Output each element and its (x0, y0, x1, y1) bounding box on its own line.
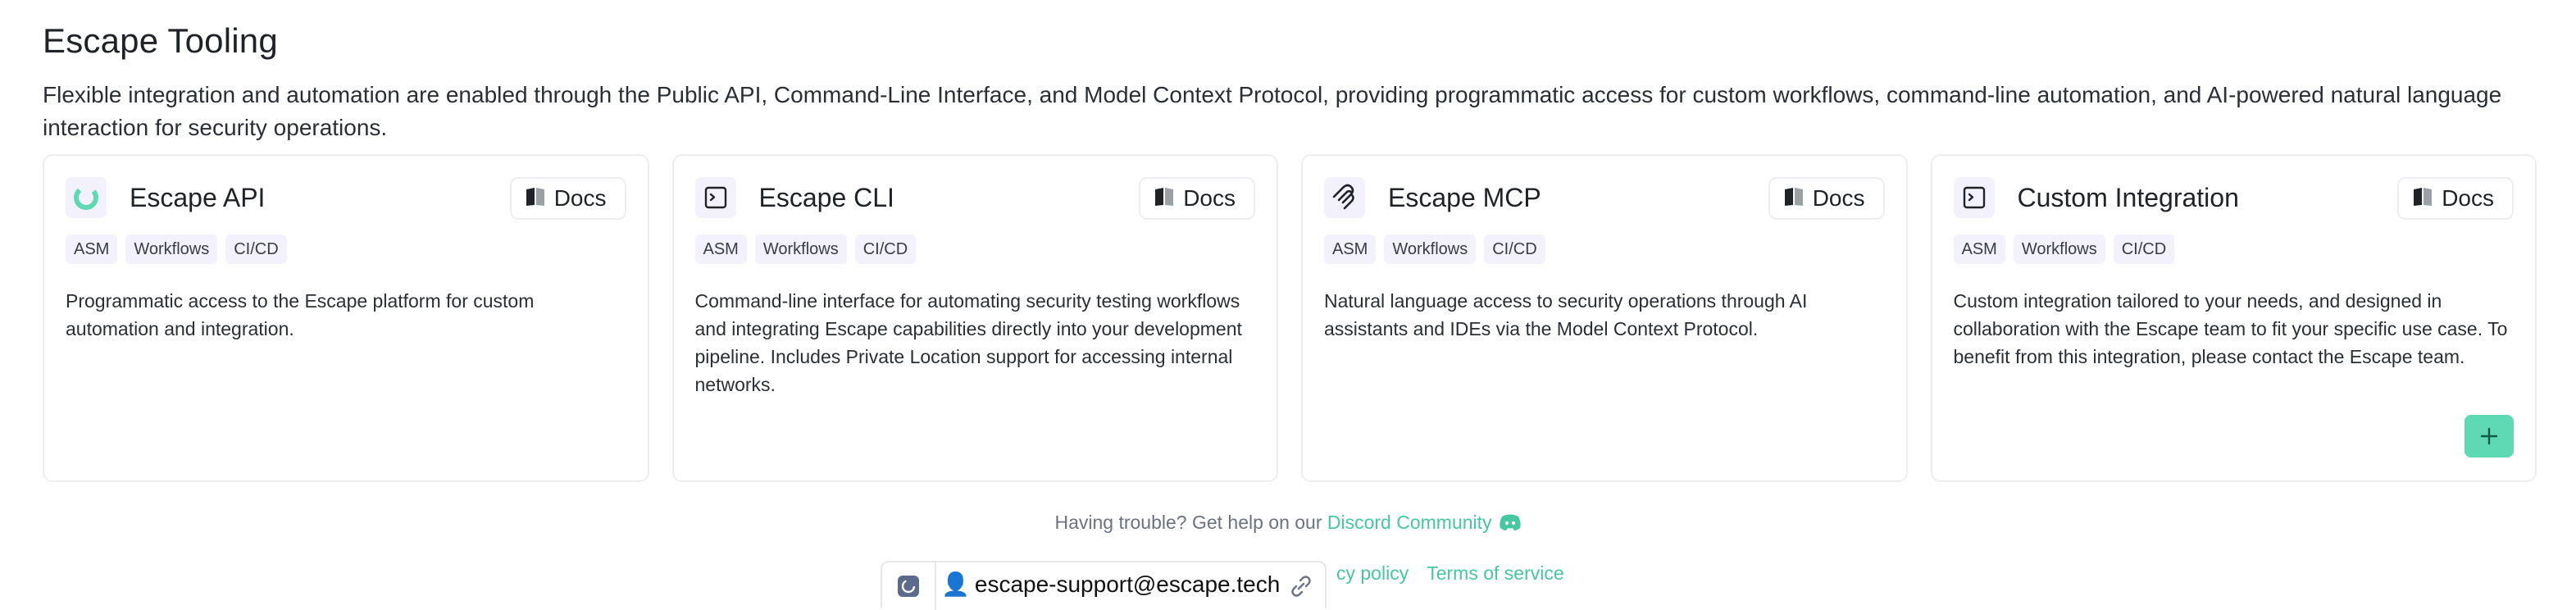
tag-cicd: CI/CD (854, 234, 917, 264)
docs-button[interactable]: Docs (509, 177, 626, 220)
help-label: Having trouble? Get help on our (1054, 512, 1327, 533)
integration-cards: Escape API Docs ASM Workflows CI/CD Prog… (43, 154, 2537, 482)
card-title: Escape MCP (1388, 182, 1541, 212)
mcp-icon (1324, 177, 1365, 218)
tag-list: ASM Workflows CI/CD (1953, 234, 2175, 264)
card-title: Escape CLI (758, 182, 894, 212)
card-header: Escape CLI (694, 177, 894, 218)
help-text: Having trouble? Get help on our Discord … (0, 512, 2576, 536)
tag-list: ASM Workflows CI/CD (66, 234, 287, 264)
docs-button[interactable]: Docs (2397, 177, 2514, 220)
tag-workflows: Workflows (2013, 234, 2105, 264)
docs-button[interactable]: Docs (1768, 177, 1885, 220)
page-title: Escape Tooling (43, 21, 278, 60)
support-widget-button[interactable] (882, 562, 936, 610)
tag-cicd: CI/CD (225, 234, 287, 264)
discord-community-link[interactable]: Discord Community (1327, 512, 1492, 533)
tag-workflows: Workflows (754, 234, 847, 264)
card-description: Natural language access to security oper… (1324, 290, 1808, 339)
escape-logo-icon (66, 177, 107, 218)
support-logo-icon (898, 576, 919, 597)
add-integration-button[interactable] (2464, 415, 2514, 458)
tag-cicd: CI/CD (2113, 234, 2175, 264)
terminal-icon (1953, 177, 1995, 218)
card-escape-api: Escape API Docs ASM Workflows CI/CD Prog… (43, 154, 649, 482)
card-custom-integration: Custom Integration Docs ASM Workflows CI… (1930, 154, 2537, 482)
docs-label: Docs (2442, 185, 2494, 211)
link-icon[interactable] (1289, 574, 1313, 603)
book-icon (1783, 187, 1805, 211)
tag-asm: ASM (1324, 234, 1377, 264)
terminal-icon (694, 177, 736, 218)
card-description: Custom integration tailored to your need… (1953, 290, 2508, 367)
tag-workflows: Workflows (1384, 234, 1477, 264)
discord-icon (1499, 513, 1522, 536)
docs-button[interactable]: Docs (1139, 177, 1255, 220)
docs-label: Docs (1812, 185, 1865, 211)
terms-of-service-link[interactable]: Terms of service (1427, 562, 1563, 585)
plus-icon (2480, 427, 2498, 445)
card-escape-cli: Escape CLI Docs ASM Workflows CI/CD Comm… (671, 154, 1278, 482)
card-description: Programmatic access to the Escape platfo… (66, 290, 535, 339)
support-email-text: escape-support@escape.tech (974, 571, 1281, 597)
tag-asm: ASM (66, 234, 118, 264)
tag-list: ASM Workflows CI/CD (1324, 234, 1545, 264)
book-icon (1154, 187, 1175, 211)
legal-links: cy policy Terms of service (1336, 562, 1564, 585)
card-header: Custom Integration (1953, 177, 2239, 218)
tag-cicd: CI/CD (1484, 234, 1545, 264)
tag-list: ASM Workflows CI/CD (694, 234, 917, 264)
book-icon (2412, 187, 2433, 211)
tag-workflows: Workflows (125, 234, 218, 264)
card-title: Custom Integration (2017, 182, 2239, 212)
docs-label: Docs (1183, 185, 1236, 211)
page-intro: Flexible integration and automation are … (43, 82, 2502, 140)
support-email: 👤 escape-support@escape.tech (941, 571, 1281, 598)
support-bar: 👤 escape-support@escape.tech (881, 561, 1327, 610)
privacy-policy-link[interactable]: cy policy (1336, 562, 1409, 585)
tag-asm: ASM (694, 234, 747, 264)
card-escape-mcp: Escape MCP Docs ASM Workflows CI/CD Natu… (1301, 154, 1908, 482)
card-title: Escape API (130, 182, 266, 212)
tag-asm: ASM (1953, 234, 2005, 264)
user-icon: 👤 (941, 571, 970, 597)
card-description: Command-line interface for automating se… (694, 290, 1242, 395)
docs-label: Docs (553, 185, 607, 211)
card-header: Escape MCP (1324, 177, 1541, 218)
card-header: Escape API (66, 177, 265, 218)
book-icon (525, 187, 546, 211)
